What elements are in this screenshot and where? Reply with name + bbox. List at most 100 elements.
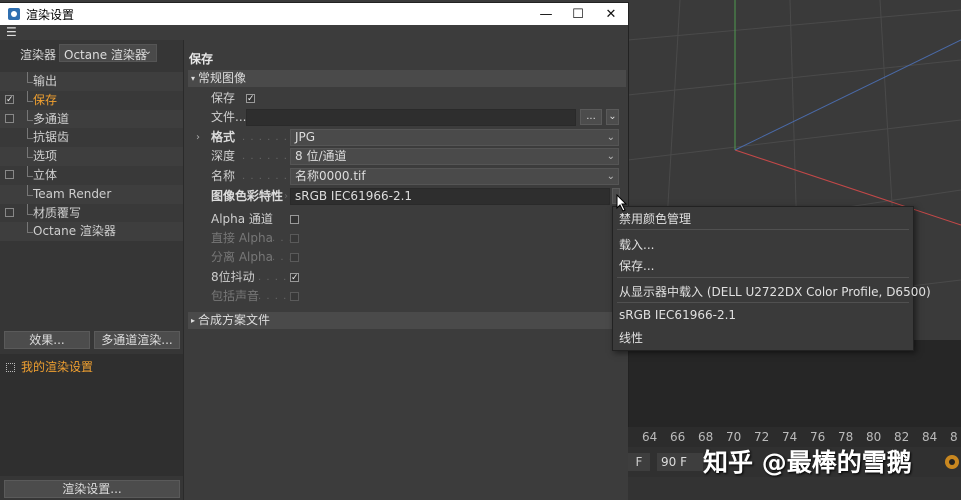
alpha-label: Alpha 通道 — [211, 212, 273, 226]
tree-line — [27, 203, 33, 215]
tree-item-checkbox[interactable] — [5, 207, 14, 217]
straight-alpha-checkbox — [290, 234, 299, 243]
menu-separator — [617, 277, 909, 278]
tree-line — [27, 90, 33, 102]
save-checkbox[interactable] — [246, 90, 255, 109]
dither-checkbox[interactable] — [290, 269, 299, 288]
chevron-down-icon: ⌄ — [608, 111, 617, 122]
sidebar-item[interactable]: 选项 — [0, 147, 183, 166]
render-settings-button[interactable]: 渲染设置... — [4, 480, 180, 498]
section-title: 保存 — [189, 52, 214, 66]
triangle-right-icon: ▸ — [191, 316, 196, 325]
tree-item-label: 立体 — [33, 167, 58, 182]
format-select[interactable]: JPG ⌄ — [290, 129, 619, 146]
chevron-down-icon: ⌄ — [606, 132, 615, 143]
tree-line — [27, 184, 33, 196]
menu-item-linear[interactable]: 线性 — [619, 329, 643, 346]
title-bar[interactable]: 渲染设置 — ☐ ✕ — [0, 3, 628, 25]
format-value: JPG — [295, 130, 316, 144]
sidebar-item[interactable]: 输出 — [0, 72, 183, 91]
hamburger-menu-icon[interactable]: ☰ — [6, 26, 17, 38]
sidebar-item[interactable]: 材质覆写 — [0, 203, 183, 223]
save-label: 保存 — [211, 91, 236, 105]
sidebar-item[interactable]: 保存 — [0, 90, 183, 110]
mouse-cursor-icon — [616, 194, 628, 212]
file-options-button[interactable]: ⌄ — [606, 109, 619, 125]
menu-item-load-from-display[interactable]: 从显示器中载入 (DELL U2722DX Color Profile, D65… — [619, 283, 931, 300]
record-icon[interactable] — [945, 455, 959, 469]
tree-item-checkbox[interactable] — [5, 169, 14, 179]
maximize-button[interactable]: ☐ — [562, 3, 594, 25]
file-input[interactable] — [246, 109, 576, 126]
window-title: 渲染设置 — [26, 7, 75, 22]
depth-select[interactable]: 8 位/通道 ⌄ — [290, 148, 619, 165]
sidebar-item[interactable]: Octane 渲染器 — [0, 222, 183, 242]
tree-item-checkbox[interactable] — [5, 91, 14, 110]
dither-label: 8位抖动 — [211, 270, 255, 284]
color-profile-value: sRGB IEC61966-2.1 — [295, 189, 413, 203]
tree-line — [27, 128, 33, 140]
sidebar-item[interactable]: Team Render — [0, 184, 183, 204]
frame-start-field[interactable]: F — [628, 453, 650, 471]
row-sound: 包括声音 . . . . . — [184, 287, 628, 306]
menu-separator — [617, 229, 909, 230]
timeline-tick: 84 — [922, 430, 938, 444]
tree-line — [27, 165, 33, 177]
timeline-tick: 8 — [950, 430, 958, 444]
timeline-tick: 66 — [670, 430, 686, 444]
group-regular-image[interactable]: ▾ 常规图像 — [188, 70, 626, 87]
tree-line — [27, 222, 33, 234]
tree-item-label: 材质覆写 — [33, 205, 82, 220]
menu-item-srgb[interactable]: sRGB IEC61966-2.1 — [619, 308, 736, 322]
effects-button[interactable]: 效果... — [4, 331, 90, 349]
close-button[interactable]: ✕ — [595, 3, 627, 25]
menu-item-load[interactable]: 载入... — [619, 236, 654, 253]
row-save: 保存 — [184, 89, 628, 109]
tree-line — [27, 147, 33, 159]
renderer-label: 渲染器 — [20, 48, 57, 62]
group-compositing[interactable]: ▸ 合成方案文件 — [188, 312, 626, 329]
timeline-tick: 64 — [642, 430, 658, 444]
format-label: 格式 — [211, 130, 236, 144]
color-profile-label: 图像色彩特性 — [211, 189, 284, 203]
row-file: 文件... ... ⌄ — [184, 108, 628, 127]
left-button-row: 效果... 多通道渲染... — [0, 331, 183, 351]
file-browse-button[interactable]: ... — [580, 109, 602, 125]
alpha-checkbox[interactable] — [290, 215, 299, 224]
frame-end-field[interactable]: 90 F — [657, 453, 703, 471]
timeline-tick: 80 — [866, 430, 882, 444]
preset-item[interactable]: 我的渲染设置 — [6, 358, 93, 375]
preset-checkbox-icon — [6, 363, 15, 372]
name-label: 名称 — [211, 169, 236, 183]
multipass-render-button[interactable]: 多通道渲染... — [94, 331, 180, 349]
menu-item-disable-color-management[interactable]: 禁用颜色管理 — [619, 210, 691, 227]
separate-alpha-checkbox — [290, 253, 299, 262]
group-regular-label: 常规图像 — [198, 71, 247, 85]
color-profile-popup-menu: 禁用颜色管理 载入... 保存... 从显示器中载入 (DELL U2722DX… — [612, 206, 931, 351]
render-settings-window: 渲染设置 — ☐ ✕ ☰ 渲染器 Octane 渲染器 ⌄ 输出保存多通道抗锯齿… — [0, 3, 628, 500]
sidebar-item[interactable]: 抗锯齿 — [0, 128, 183, 148]
timeline-tick: 82 — [894, 430, 910, 444]
renderer-select[interactable]: Octane 渲染器 ⌄ — [59, 44, 157, 62]
tree-item-label: Team Render — [33, 186, 112, 201]
chevron-right-icon[interactable]: › — [196, 128, 200, 147]
color-profile-field[interactable]: sRGB IEC61966-2.1 — [290, 188, 610, 205]
timeline-tick: 70 — [726, 430, 742, 444]
timeline-tick: 72 — [754, 430, 770, 444]
timeline-tick: 68 — [698, 430, 714, 444]
sidebar-item[interactable]: 多通道 — [0, 109, 183, 129]
menu-item-save[interactable]: 保存... — [619, 257, 654, 274]
chevron-down-icon: ⌄ — [143, 46, 152, 57]
sound-checkbox — [290, 292, 299, 301]
tree-item-checkbox[interactable] — [5, 113, 14, 123]
chevron-down-icon: ⌄ — [606, 171, 615, 182]
name-select[interactable]: 名称0000.tif ⌄ — [290, 168, 619, 185]
minimize-button[interactable]: — — [530, 3, 562, 25]
preset-list: 我的渲染设置 — [0, 354, 183, 476]
triangle-down-icon: ▾ — [191, 74, 196, 83]
renderer-row: 渲染器 Octane 渲染器 ⌄ — [0, 44, 183, 64]
menu-separator — [617, 302, 909, 303]
bottom-strip — [628, 477, 961, 500]
straight-alpha-label: 直接 Alpha — [211, 231, 273, 245]
sidebar-item[interactable]: 立体 — [0, 165, 183, 185]
